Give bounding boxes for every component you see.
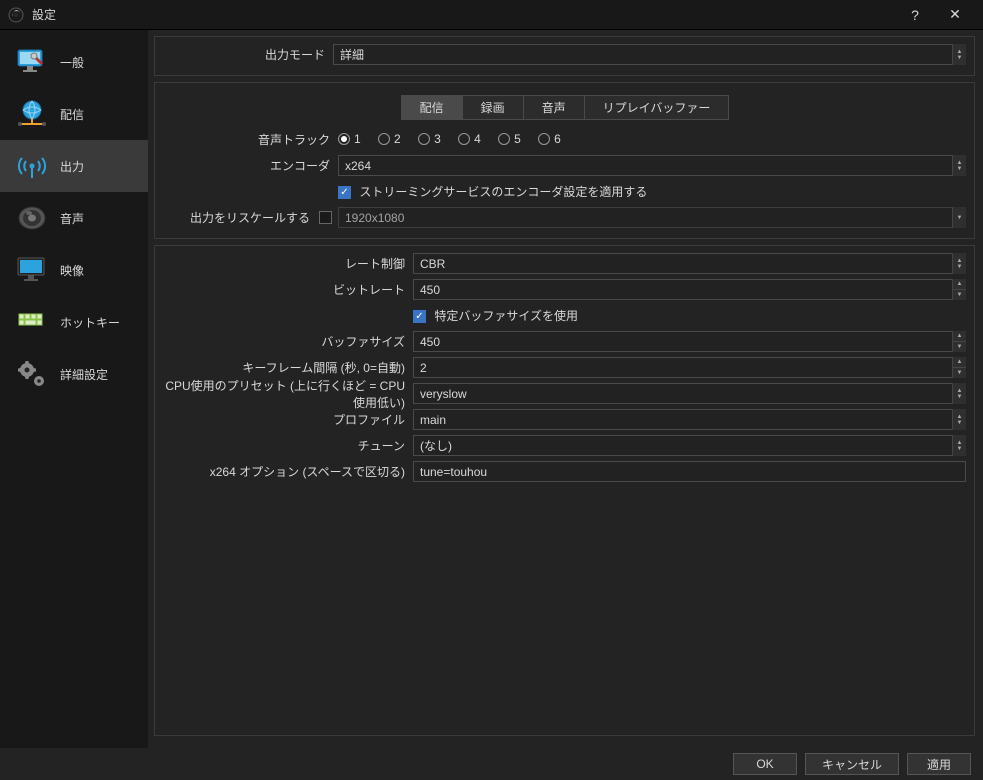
profile-label: プロファイル [163, 411, 413, 428]
main-panel: 出力モード 詳細 ▲▼ 配信 録画 音声 リプレイバッファー 音声トラック 1 … [148, 30, 983, 748]
output-mode-select[interactable]: 詳細 [333, 44, 966, 65]
apply-service-checkbox[interactable] [338, 186, 351, 199]
radio-track-3[interactable] [418, 133, 430, 145]
sidebar-item-label: 出力 [60, 158, 84, 175]
sidebar-item-label: 一般 [60, 54, 84, 71]
monitor-icon [12, 250, 52, 290]
buffer-input[interactable] [413, 331, 966, 352]
sidebar-item-output[interactable]: 出力 [0, 140, 148, 192]
tune-label: チューン [163, 437, 413, 454]
tune-select[interactable]: (なし) [413, 435, 966, 456]
help-button[interactable]: ? [895, 0, 935, 30]
tab-replay-buffer[interactable]: リプレイバッファー [584, 95, 730, 120]
keyint-input[interactable] [413, 357, 966, 378]
sidebar-item-label: 映像 [60, 262, 84, 279]
window-title: 設定 [32, 6, 56, 23]
titlebar: 設定 ? ✕ [0, 0, 983, 30]
tabs: 配信 録画 音声 リプレイバッファー [163, 89, 966, 124]
output-mode-section: 出力モード 詳細 ▲▼ [154, 36, 975, 76]
sidebar-item-video[interactable]: 映像 [0, 244, 148, 296]
preset-select[interactable]: veryslow [413, 383, 966, 404]
monitor-wrench-icon [12, 42, 52, 82]
bitrate-input[interactable] [413, 279, 966, 300]
radio-track-5[interactable] [498, 133, 510, 145]
apply-service-label: ストリーミングサービスのエンコーダ設定を適用する [359, 185, 647, 199]
radio-track-1[interactable] [338, 133, 350, 145]
streaming-section: 配信 録画 音声 リプレイバッファー 音声トラック 1 2 3 4 5 6 エン… [154, 82, 975, 239]
sidebar-item-advanced[interactable]: 詳細設定 [0, 348, 148, 400]
custom-buffer-checkbox[interactable] [413, 310, 426, 323]
obs-icon [8, 7, 24, 23]
keyint-label: キーフレーム間隔 (秒, 0=自動) [163, 359, 413, 376]
bitrate-label: ビットレート [163, 281, 413, 298]
encoder-select[interactable]: x264 [338, 155, 966, 176]
audio-track-group: 1 2 3 4 5 6 [338, 132, 966, 148]
antenna-icon [12, 146, 52, 186]
rate-control-label: レート制御 [163, 255, 413, 272]
cancel-button[interactable]: キャンセル [805, 753, 899, 775]
gears-icon [12, 354, 52, 394]
sidebar-item-hotkeys[interactable]: ホットキー [0, 296, 148, 348]
sidebar-item-label: ホットキー [60, 314, 120, 331]
speaker-icon [12, 198, 52, 238]
globe-network-icon [12, 94, 52, 134]
radio-track-2[interactable] [378, 133, 390, 145]
apply-button[interactable]: 適用 [907, 753, 971, 775]
custom-buffer-label: 特定バッファサイズを使用 [434, 309, 578, 323]
radio-track-4[interactable] [458, 133, 470, 145]
tab-record[interactable]: 録画 [462, 95, 524, 120]
buffer-label: バッファサイズ [163, 333, 413, 350]
sidebar-item-label: 音声 [60, 210, 84, 227]
close-button[interactable]: ✕ [935, 0, 975, 30]
rescale-checkbox[interactable] [319, 211, 332, 224]
x264opts-input[interactable] [413, 461, 966, 482]
radio-track-6[interactable] [538, 133, 550, 145]
sidebar-item-label: 配信 [60, 106, 84, 123]
keyboard-icon [12, 302, 52, 342]
audio-tracks-label: 音声トラック [163, 131, 338, 148]
output-mode-label: 出力モード [163, 46, 333, 63]
encoder-label: エンコーダ [163, 157, 338, 174]
profile-select[interactable]: main [413, 409, 966, 430]
footer: OK キャンセル 適用 [0, 748, 983, 780]
sidebar-item-general[interactable]: 一般 [0, 36, 148, 88]
rescale-select[interactable]: 1920x1080 [338, 207, 966, 228]
ok-button[interactable]: OK [733, 753, 797, 775]
tab-audio[interactable]: 音声 [523, 95, 585, 120]
sidebar-item-audio[interactable]: 音声 [0, 192, 148, 244]
x264opts-label: x264 オプション (スペースで区切る) [163, 463, 413, 480]
tab-stream[interactable]: 配信 [401, 95, 463, 120]
encoder-settings-section: レート制御 CBR ▲▼ ビットレート ▲▼ 特定バッファサイズを使用 [154, 245, 975, 736]
sidebar-item-label: 詳細設定 [60, 366, 108, 383]
sidebar: 一般 配信 出力 音声 映像 [0, 30, 148, 748]
rescale-label: 出力をリスケールする [163, 209, 318, 226]
sidebar-item-stream[interactable]: 配信 [0, 88, 148, 140]
preset-label: CPU使用のプリセット (上に行くほど = CPU使用低い) [163, 377, 413, 411]
rate-control-select[interactable]: CBR [413, 253, 966, 274]
